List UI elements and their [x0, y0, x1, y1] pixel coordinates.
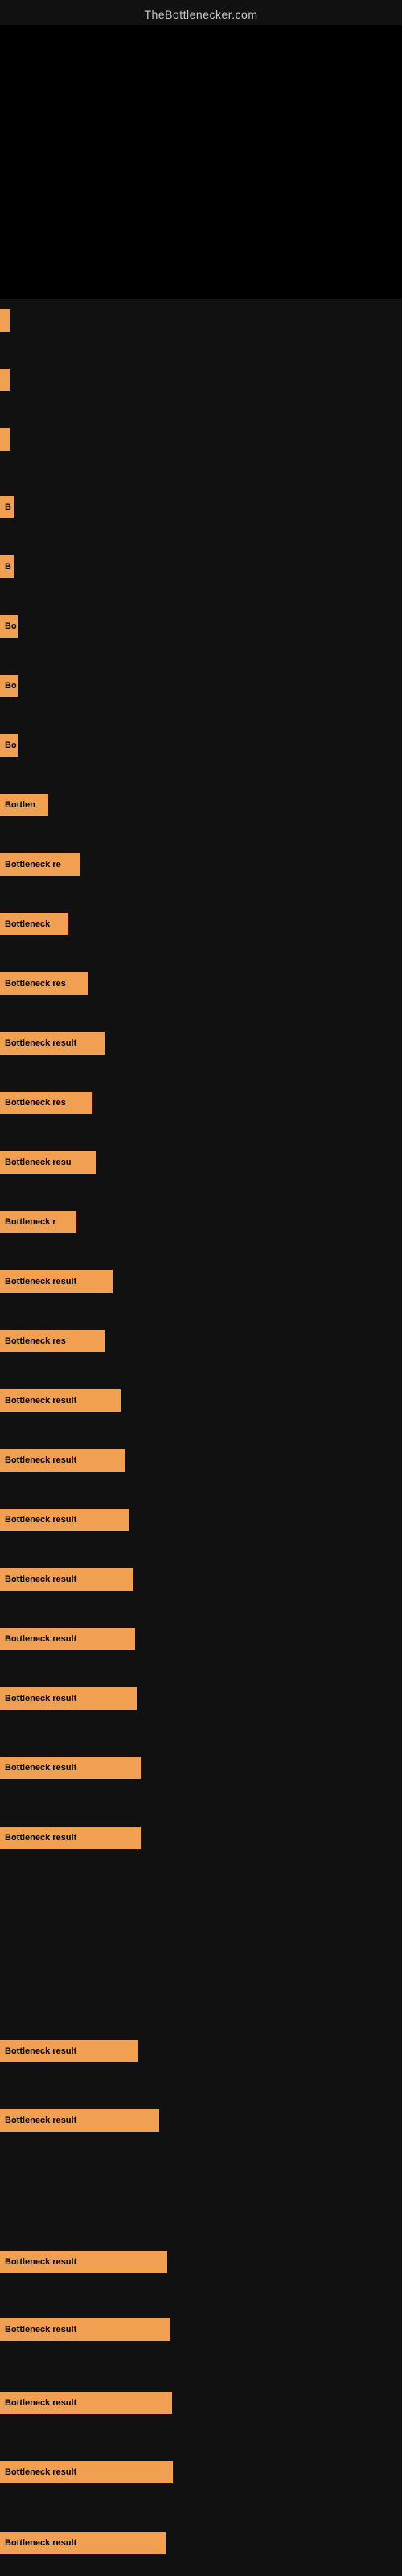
item-bar: Bottleneck result	[0, 1827, 141, 1849]
item-bar: Bottleneck res	[0, 972, 88, 995]
item-bar: Bottlen	[0, 794, 48, 816]
item-row: Bottleneck result	[0, 1566, 402, 1593]
item-row: Bottleneck res	[0, 1327, 402, 1355]
item-bar	[0, 309, 10, 332]
item-row: Bottlen	[0, 791, 402, 819]
item-row: Bottleneck result	[0, 1625, 402, 1653]
item-row: B	[0, 553, 402, 580]
item-bar: Bottleneck result	[0, 1032, 105, 1055]
item-row: Bottleneck result	[0, 1685, 402, 1712]
item-row: Bottleneck result	[0, 2107, 402, 2134]
item-row: Bottleneck result	[0, 1447, 402, 1474]
item-row: Bottleneck resu	[0, 1149, 402, 1176]
item-bar: Bottleneck res	[0, 1330, 105, 1352]
item-row: Bottleneck result	[0, 2458, 402, 2486]
item-bar: Bottleneck result	[0, 2461, 173, 2483]
item-bar: Bottleneck r	[0, 1211, 76, 1233]
item-row	[0, 426, 402, 453]
item-row: Bottleneck r	[0, 1208, 402, 1236]
item-row: Bottleneck re	[0, 851, 402, 878]
item-bar: Bottleneck result	[0, 1389, 121, 1412]
item-row: Bottleneck result	[0, 1268, 402, 1295]
item-row: Bo	[0, 613, 402, 640]
item-bar: Bottleneck result	[0, 2532, 166, 2554]
item-row: Bottleneck result	[0, 1754, 402, 1781]
item-bar: Bottleneck result	[0, 1509, 129, 1531]
item-bar: Bo	[0, 675, 18, 697]
item-row: Bottleneck	[0, 910, 402, 938]
item-bar: Bottleneck res	[0, 1092, 92, 1114]
item-row	[0, 366, 402, 394]
item-row: Bo	[0, 672, 402, 700]
item-row: Bottleneck result	[0, 2389, 402, 2417]
items-container: B B Bo Bo Bo Bottlen Bottleneck re Bottleneck Bo…	[0, 299, 402, 2557]
item-bar	[0, 428, 10, 451]
item-bar	[0, 369, 10, 391]
item-bar: Bottleneck result	[0, 2109, 159, 2132]
item-row: Bottleneck res	[0, 1089, 402, 1117]
site-title: TheBottlenecker.com	[0, 0, 402, 25]
item-bar: Bottleneck result	[0, 2392, 172, 2414]
item-row: B	[0, 493, 402, 521]
item-bar: Bottleneck result	[0, 1270, 113, 1293]
item-bar: Bo	[0, 615, 18, 638]
item-bar: Bottleneck result	[0, 2251, 167, 2273]
item-row: Bottleneck result	[0, 1824, 402, 1852]
item-bar: B	[0, 496, 14, 518]
item-row: Bottleneck result	[0, 1506, 402, 1534]
item-bar: Bottleneck result	[0, 2040, 138, 2062]
item-row: Bottleneck result	[0, 1030, 402, 1057]
item-bar: Bottleneck result	[0, 1757, 141, 1779]
item-bar: B	[0, 555, 14, 578]
item-bar: Bottleneck	[0, 913, 68, 935]
chart-area	[0, 25, 402, 299]
item-bar: Bottleneck result	[0, 2318, 170, 2341]
item-bar: Bottleneck result	[0, 1628, 135, 1650]
item-row: Bottleneck result	[0, 2316, 402, 2343]
item-row: Bottleneck result	[0, 2037, 402, 2065]
item-bar: Bottleneck resu	[0, 1151, 96, 1174]
item-row	[0, 307, 402, 334]
item-bar: Bottleneck result	[0, 1449, 125, 1472]
item-row: Bottleneck result	[0, 2529, 402, 2557]
item-row: Bottleneck result	[0, 1387, 402, 1414]
item-row: Bottleneck result	[0, 2248, 402, 2276]
item-bar: Bo	[0, 734, 18, 757]
item-bar: Bottleneck result	[0, 1687, 137, 1710]
item-row: Bottleneck res	[0, 970, 402, 997]
item-bar: Bottleneck result	[0, 1568, 133, 1591]
item-bar: Bottleneck re	[0, 853, 80, 876]
item-row: Bo	[0, 732, 402, 759]
